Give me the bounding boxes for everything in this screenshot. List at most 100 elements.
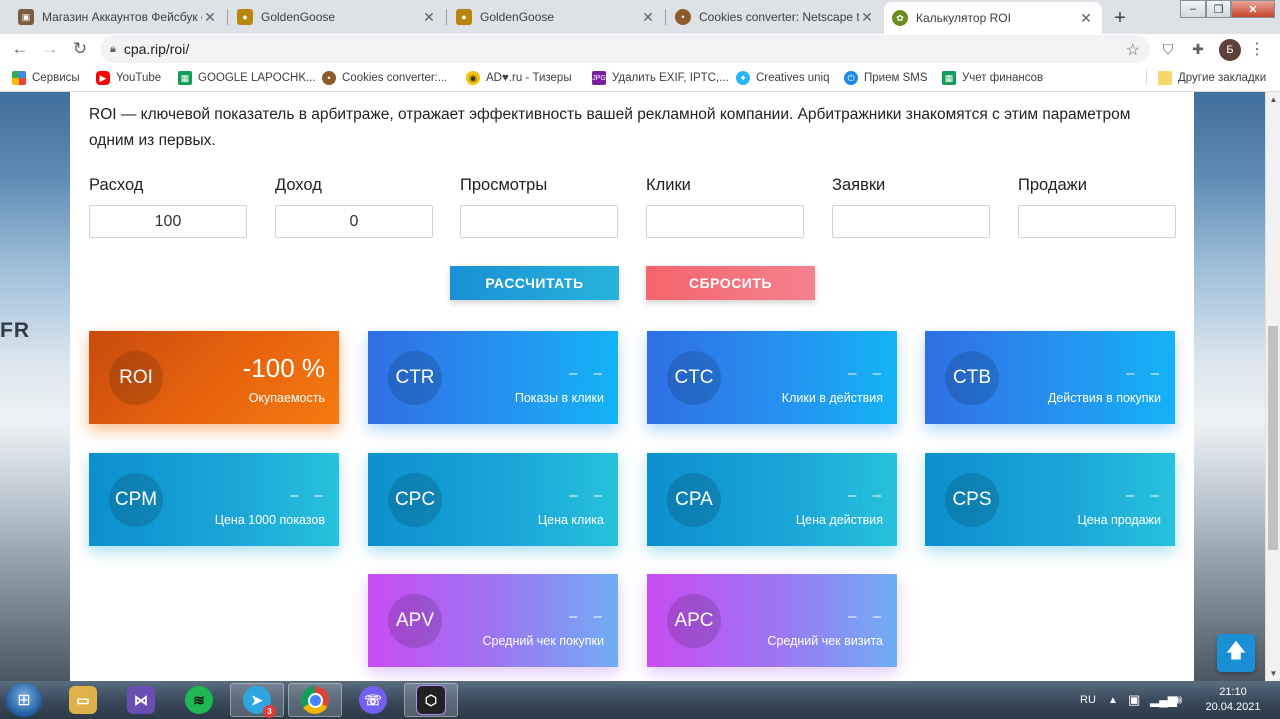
metric-value: – – xyxy=(1126,365,1165,382)
taskbar-app[interactable]: ⋈ xyxy=(114,683,168,717)
minimize-button[interactable]: – xyxy=(1180,0,1206,18)
new-tab-button[interactable]: + xyxy=(1107,5,1133,31)
expense-input[interactable]: 100 xyxy=(89,205,247,238)
back-icon[interactable]: ← xyxy=(8,37,32,61)
metric-code: CTC xyxy=(667,351,721,405)
network-icon[interactable]: ▂▄▆ xyxy=(1150,681,1177,719)
forward-icon[interactable]: → xyxy=(38,37,62,61)
windows-taskbar: ⊞ ▭ ⋈ ≋ ➤ 3 ☏ ⬡ RU ▲ ▣ ▂▄▆ 🔊︎ 21:10 20.0… xyxy=(0,681,1280,719)
taskbar-app[interactable]: ➤ 3 xyxy=(230,683,284,718)
other-bookmarks[interactable]: Другие закладки xyxy=(1158,69,1266,87)
reset-button[interactable]: СБРОСИТЬ xyxy=(646,266,815,300)
reload-icon[interactable]: ↻ xyxy=(68,37,92,61)
visual-studio-icon: ⋈ xyxy=(127,686,155,714)
bookmark-item[interactable]: • Cookies converter:... xyxy=(322,69,447,87)
tray-expand-icon[interactable]: ▲ xyxy=(1108,681,1118,719)
address-bar[interactable]: 🔒︎ cpa.rip/roi/ ☆ xyxy=(100,35,1150,63)
bookmark-item[interactable]: ◉ AD♥.ru - Тизеры xyxy=(466,69,572,87)
metric-code: CPS xyxy=(945,473,999,527)
metric-value: – – xyxy=(569,365,608,382)
metric-description: Окупаемость xyxy=(248,391,325,405)
close-icon[interactable]: ✕ xyxy=(202,9,218,25)
metric-code: CPC xyxy=(388,473,442,527)
sheets-icon: ▦ xyxy=(178,71,192,85)
clicks-input[interactable] xyxy=(646,205,804,238)
metric-card-cpc: CPC – – Цена клика xyxy=(368,453,618,546)
scroll-to-top-button[interactable]: 🡅︎ xyxy=(1217,634,1255,672)
close-icon[interactable]: ✕ xyxy=(859,9,875,25)
start-button[interactable]: ⊞ xyxy=(6,683,42,717)
close-icon[interactable]: ✕ xyxy=(1078,10,1094,26)
language-indicator[interactable]: RU xyxy=(1080,681,1096,719)
arrow-up-icon: 🡅︎ xyxy=(1225,640,1247,662)
browser-tab[interactable]: ● GoldenGoose ✕ xyxy=(229,2,445,32)
bookmark-label: GOOGLE LAPOCHK... xyxy=(198,72,316,84)
cookie-favicon-icon: • xyxy=(675,9,691,25)
metric-value: – – xyxy=(848,487,887,504)
scrollbar-thumb[interactable] xyxy=(1268,326,1278,550)
leads-input[interactable] xyxy=(832,205,990,238)
metric-description: Цена 1000 показов xyxy=(214,513,325,527)
page-scrollbar[interactable]: ▲ ▼ xyxy=(1265,92,1280,681)
income-input[interactable]: 0 xyxy=(275,205,433,238)
metric-card-ctc: CTC – – Клики в действия xyxy=(647,331,897,424)
scroll-down-icon[interactable]: ▼ xyxy=(1266,666,1280,681)
apps-grid-icon xyxy=(12,71,26,85)
taskbar-app[interactable]: ≋ xyxy=(172,683,226,717)
volume-icon[interactable]: 🔊︎ xyxy=(1174,681,1182,719)
bookmark-item[interactable]: ▦ Учет финансов xyxy=(942,69,1043,87)
maximize-button[interactable]: ❐ xyxy=(1206,0,1231,18)
bookmark-item[interactable]: ▦ GOOGLE LAPOCHK... xyxy=(178,69,316,87)
views-input[interactable] xyxy=(460,205,618,238)
close-icon[interactable]: ✕ xyxy=(640,9,656,25)
browser-tab[interactable]: • Cookies converter: Netscape to ✕ xyxy=(667,2,883,32)
calculate-button[interactable]: РАССЧИТАТЬ xyxy=(450,266,619,300)
shield-extension-icon[interactable]: ⛉ xyxy=(1158,39,1178,59)
metric-code: CPA xyxy=(667,473,721,527)
bookmark-label: Удалить EXIF, IPTC,... xyxy=(612,72,729,84)
folder-icon xyxy=(1158,71,1172,85)
close-icon[interactable]: ✕ xyxy=(421,9,437,25)
power-icon: ⏻ xyxy=(844,71,858,85)
menu-kebab-icon[interactable]: ⋮ xyxy=(1247,39,1267,59)
bookmark-item[interactable]: Сервисы xyxy=(12,69,80,87)
browser-tab-active[interactable]: ✿ Калькулятор ROI ✕ xyxy=(884,2,1102,34)
bookmark-label: Creatives uniq xyxy=(756,72,830,84)
metric-card-apc: APC – – Средний чек визита xyxy=(647,574,897,667)
goose-favicon-icon: ● xyxy=(456,9,472,25)
bookmark-star-icon[interactable]: ☆ xyxy=(1126,40,1140,60)
bookmark-item[interactable]: JPG Удалить EXIF, IPTC,... xyxy=(592,69,729,87)
spotify-icon: ≋ xyxy=(185,686,213,714)
metric-description: Показы в клики xyxy=(514,391,604,405)
profile-avatar[interactable]: Б xyxy=(1219,39,1241,61)
browser-tab[interactable]: ▣ Магазин Аккаунтов Фейсбук с ✕ xyxy=(10,2,226,32)
metric-card-apv: APV – – Средний чек покупки xyxy=(368,574,618,667)
taskbar-app[interactable] xyxy=(288,683,342,717)
tab-separator xyxy=(665,9,666,25)
metric-value: – – xyxy=(569,608,608,625)
bookmark-item[interactable]: ✦ Creatives uniq xyxy=(736,69,830,87)
bookmark-item[interactable]: ⏻ Прием SMS xyxy=(844,69,928,87)
metric-card-cps: CPS – – Цена продажи xyxy=(925,453,1175,546)
field-label: Расход xyxy=(89,176,144,194)
viber-icon: ☏ xyxy=(359,686,387,714)
page-viewport: FR ROI — ключевой показатель в арбитраже… xyxy=(0,92,1280,681)
metric-card-cpm: CPM – – Цена 1000 показов xyxy=(89,453,339,546)
metric-code: APC xyxy=(667,594,721,648)
sales-input[interactable] xyxy=(1018,205,1176,238)
window-close-button[interactable]: ✕ xyxy=(1231,0,1275,18)
taskbar-app[interactable]: ⬡ xyxy=(404,683,458,717)
browser-tab[interactable]: ● GoldenGoose ✕ xyxy=(448,2,664,32)
scroll-up-icon[interactable]: ▲ xyxy=(1266,92,1280,107)
tray-device-icon[interactable]: ▣ xyxy=(1128,681,1140,719)
taskbar-app[interactable]: ☏ xyxy=(346,683,400,717)
tab-strip: ▣ Магазин Аккаунтов Фейсбук с ✕ ● Golden… xyxy=(0,0,1280,34)
system-clock[interactable]: 21:10 20.04.2021 xyxy=(1200,685,1266,715)
extensions-puzzle-icon[interactable]: ✚ xyxy=(1188,39,1208,59)
bookmark-item[interactable]: ▶ YouTube xyxy=(96,69,161,87)
browser-toolbar: ← → ↻ 🔒︎ cpa.rip/roi/ ☆ ⛉ ✚ ⋮ xyxy=(0,34,1280,64)
metric-code: CTB xyxy=(945,351,999,405)
field-sales: Продажи xyxy=(1018,176,1176,238)
telegram-icon: ➤ 3 xyxy=(243,686,276,718)
taskbar-app[interactable]: ▭ xyxy=(56,683,110,717)
